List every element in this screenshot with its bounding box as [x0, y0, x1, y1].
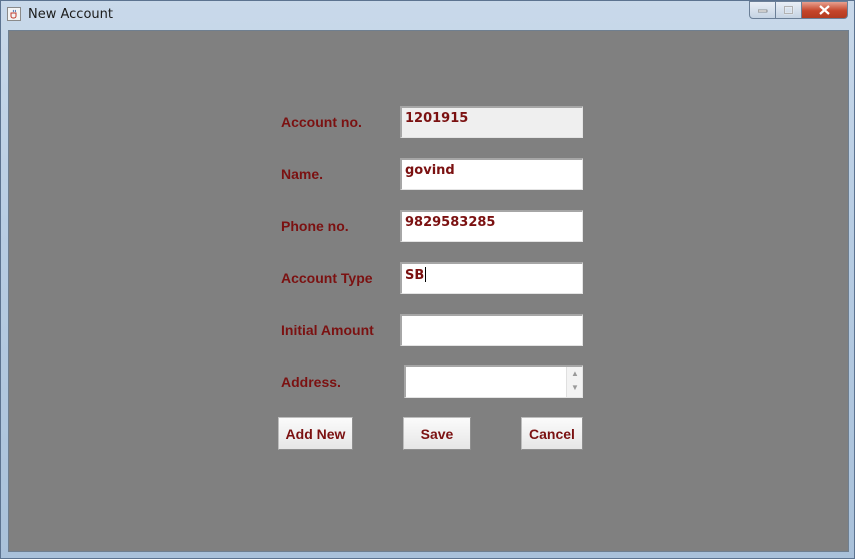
close-button[interactable] [802, 1, 848, 19]
scroll-down-icon[interactable]: ▼ [571, 384, 579, 392]
initial-amount-label: Initial Amount [281, 322, 374, 338]
add-new-button[interactable]: Add New [278, 417, 353, 450]
phone-no-label: Phone no. [281, 218, 349, 234]
title-bar[interactable]: New Account [1, 1, 854, 29]
form-panel: Account no. 1201915 Name. govind Phone n… [8, 30, 849, 552]
name-label: Name. [281, 166, 324, 182]
window-title: New Account [28, 7, 113, 22]
cancel-button[interactable]: Cancel [521, 417, 583, 450]
scroll-up-icon[interactable]: ▲ [571, 370, 579, 378]
account-no-field[interactable]: 1201915 [400, 106, 583, 138]
account-type-field[interactable]: SB [400, 262, 583, 294]
initial-amount-field[interactable] [400, 314, 583, 346]
close-icon [819, 5, 830, 15]
account-type-label: Account Type [281, 270, 373, 286]
name-field[interactable]: govind [400, 158, 583, 190]
account-type-value: SB [405, 268, 425, 283]
address-textarea[interactable]: ▲ ▼ [404, 365, 583, 398]
maximize-icon [783, 5, 793, 14]
account-no-label: Account no. [281, 114, 362, 130]
phone-no-field[interactable]: 9829583285 [400, 210, 583, 242]
window-controls [749, 1, 848, 20]
maximize-button[interactable] [776, 1, 802, 19]
address-label: Address. [281, 374, 341, 390]
new-account-window: New Account Account no. 1201915 Name. go… [0, 0, 855, 559]
java-cup-icon [7, 7, 21, 21]
text-caret [425, 267, 427, 282]
address-scrollbar[interactable]: ▲ ▼ [566, 367, 582, 397]
save-button[interactable]: Save [403, 417, 471, 450]
minimize-button[interactable] [749, 1, 776, 19]
minimize-icon [757, 9, 767, 13]
